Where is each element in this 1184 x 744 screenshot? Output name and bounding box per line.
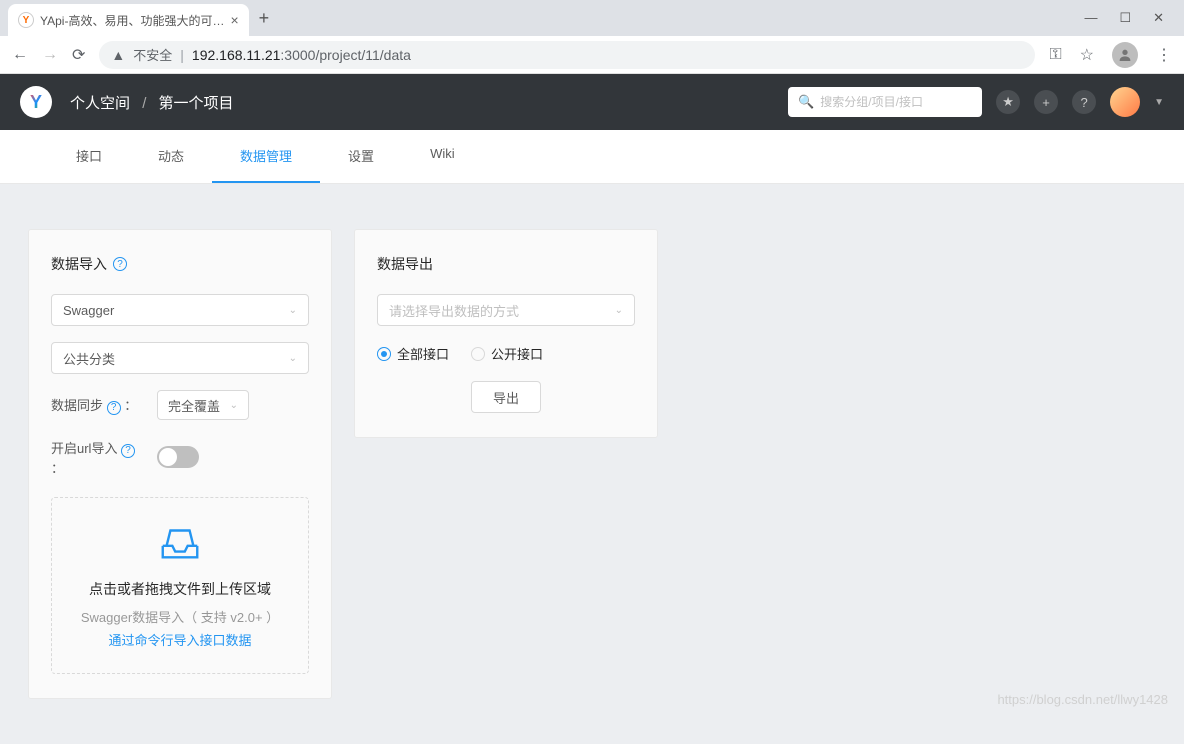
app-header: Y 个人空间 / 第一个项目 🔍 ★ + ? ▼ [0,74,1184,130]
search-box[interactable]: 🔍 [788,87,982,117]
browser-menu-icon[interactable]: ⋮ [1156,45,1172,65]
url-import-help-icon[interactable]: ? [121,444,135,458]
tab-title: YApi-高效、易用、功能强大的可… [40,12,224,29]
sync-help-icon[interactable]: ? [107,401,121,415]
search-input[interactable] [820,95,975,109]
url-import-switch[interactable] [157,446,199,468]
export-card: 数据导出 请选择导出数据的方式 ⌄ 全部接口 公开接口 导出 [354,229,658,438]
app-logo[interactable]: Y [20,86,52,118]
breadcrumb: 个人空间 / 第一个项目 [70,92,234,113]
profile-icon[interactable] [1112,42,1138,68]
page-tabs: 接口 动态 数据管理 设置 Wiki [0,130,1184,184]
address-bar: ← → ⟳ ▲ 不安全 | 192.168.11.21:3000/project… [0,36,1184,74]
upload-area[interactable]: 点击或者拖拽文件到上传区域 Swagger数据导入（ 支持 v2.0+ ） 通过… [51,497,309,674]
sync-mode-row: 数据同步 ? ： 完全覆盖 ⌄ [51,390,309,420]
search-icon: 🔍 [798,94,814,110]
url-path: :3000/project/11/data [280,47,411,63]
watermark: https://blog.csdn.net/llwy1428 [997,692,1168,707]
radio-public-interfaces[interactable]: 公开接口 [471,344,543,363]
user-avatar[interactable] [1110,87,1140,117]
export-format-select[interactable]: 请选择导出数据的方式 ⌄ [377,294,635,326]
radio-all-interfaces[interactable]: 全部接口 [377,344,449,363]
url-import-row: 开启url导入 ? ： [51,438,309,477]
tab-settings[interactable]: 设置 [320,130,402,183]
chevron-down-icon: ⌄ [230,400,238,411]
tab-data-management[interactable]: 数据管理 [212,130,320,183]
forward-button[interactable]: → [42,46,58,64]
upload-hint: Swagger数据导入（ 支持 v2.0+ ） [64,607,296,626]
upload-cli-link[interactable]: 通过命令行导入接口数据 [64,630,296,649]
close-tab-icon[interactable]: × [230,12,238,28]
content-area: 数据导入 ? Swagger ⌄ 公共分类 ⌄ 数据同步 ? ： 完全覆盖 ⌄ … [0,184,1184,744]
export-button[interactable]: 导出 [471,381,541,413]
insecure-label: 不安全 [133,45,172,64]
chevron-down-icon: ⌄ [615,305,623,316]
radio-dot-icon [377,347,391,361]
chevron-down-icon: ⌄ [289,353,297,364]
favorite-icon[interactable]: ★ [996,90,1020,114]
radio-dot-icon [471,347,485,361]
reload-button[interactable]: ⟳ [72,45,85,65]
breadcrumb-separator: / [142,95,146,112]
new-tab-button[interactable]: + [259,8,270,29]
key-icon[interactable]: ⚿ [1049,46,1061,64]
tab-interface[interactable]: 接口 [48,130,130,183]
star-icon[interactable]: ☆ [1080,45,1094,65]
yapi-favicon: Y [18,12,34,28]
format-select-value: Swagger [63,303,114,318]
window-minimize-icon[interactable]: — [1084,10,1097,26]
import-help-icon[interactable]: ? [113,257,127,271]
export-format-placeholder: 请选择导出数据的方式 [389,301,519,320]
chevron-down-icon: ⌄ [289,305,297,316]
browser-tab-bar: Y YApi-高效、易用、功能强大的可… × + — ☐ ✕ [0,0,1184,36]
sync-mode-select[interactable]: 完全覆盖 ⌄ [157,390,249,420]
import-title: 数据导入 ? [51,254,309,274]
sync-label: 数据同步 [51,398,103,413]
export-title: 数据导出 [377,254,635,274]
user-menu-caret-icon[interactable]: ▼ [1154,97,1164,108]
url-import-label: 开启url导入 [51,441,117,456]
window-maximize-icon[interactable]: ☐ [1119,10,1131,26]
add-icon[interactable]: + [1034,90,1058,114]
tab-activity[interactable]: 动态 [130,130,212,183]
tab-wiki[interactable]: Wiki [402,130,483,183]
browser-tab[interactable]: Y YApi-高效、易用、功能强大的可… × [8,4,249,36]
export-scope-radios: 全部接口 公开接口 [377,344,635,363]
category-select[interactable]: 公共分类 ⌄ [51,342,309,374]
url-input[interactable]: ▲ 不安全 | 192.168.11.21:3000/project/11/da… [99,41,1035,69]
sync-mode-value: 完全覆盖 [168,396,220,415]
upload-text: 点击或者拖拽文件到上传区域 [64,579,296,599]
insecure-warning-icon: ▲ [111,47,125,63]
category-select-value: 公共分类 [63,349,115,368]
breadcrumb-workspace[interactable]: 个人空间 [70,95,130,112]
import-card: 数据导入 ? Swagger ⌄ 公共分类 ⌄ 数据同步 ? ： 完全覆盖 ⌄ … [28,229,332,699]
format-select[interactable]: Swagger ⌄ [51,294,309,326]
window-close-icon[interactable]: ✕ [1153,10,1164,26]
back-button[interactable]: ← [12,46,28,64]
breadcrumb-project[interactable]: 第一个项目 [159,95,234,112]
url-host: 192.168.11.21 [192,47,281,63]
inbox-icon [157,522,203,562]
help-icon[interactable]: ? [1072,90,1096,114]
